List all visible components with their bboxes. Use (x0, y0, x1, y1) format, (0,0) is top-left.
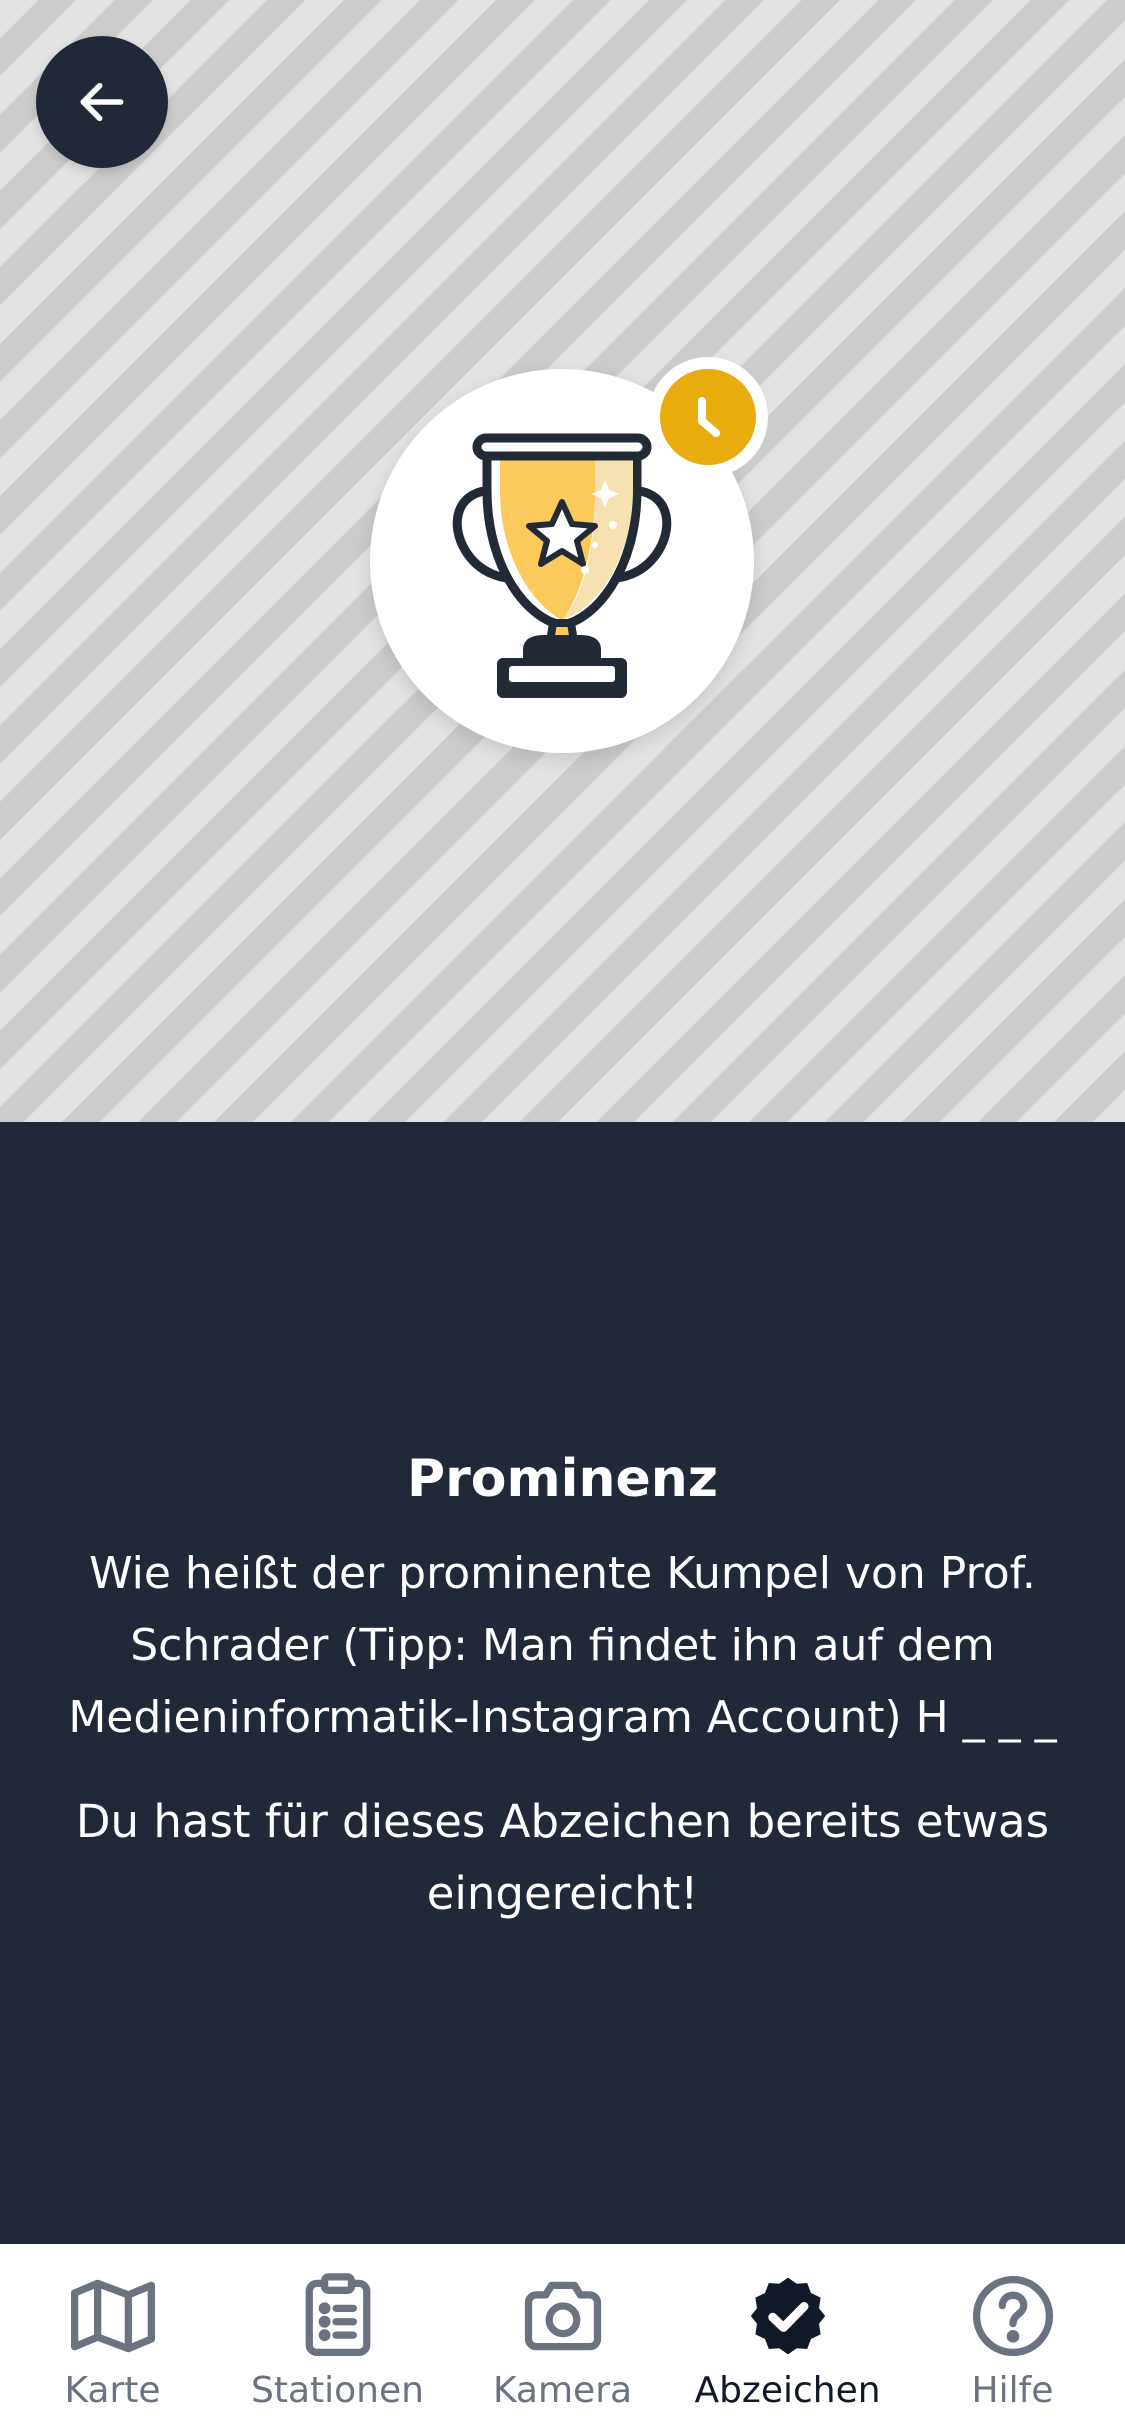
map-icon (70, 2279, 155, 2353)
status-badge (648, 357, 768, 477)
tab-label: Karte (64, 2370, 161, 2411)
tab-label: Stationen (251, 2370, 424, 2411)
question-circle-icon (972, 2275, 1053, 2357)
camera-icon (524, 2281, 601, 2351)
tab-abzeichen[interactable]: Abzeichen (683, 2244, 893, 2411)
tab-label: Hilfe (971, 2370, 1054, 2411)
tab-hilfe[interactable]: Hilfe (908, 2244, 1118, 2411)
clipboard-list-icon (305, 2273, 370, 2357)
bottom-tab-bar: Karte Stationen Kamera Abzeichen Hilfe (0, 2244, 1125, 2436)
tab-label: Kamera (492, 2370, 633, 2411)
badge-info-panel: Prominenz Wie heißt der prominente Kumpe… (0, 1122, 1125, 2244)
tab-kamera[interactable]: Kamera (458, 2244, 668, 2411)
tab-stationen[interactable]: Stationen (233, 2244, 443, 2411)
tab-karte[interactable]: Karte (8, 2244, 218, 2411)
badge-question: Wie heißt der prominente Kumpel von Prof… (68, 1548, 1057, 1743)
arrow-left-icon (80, 82, 124, 122)
clock-icon (698, 397, 720, 437)
submission-status: Du hast für dieses Abzeichen bereits etw… (75, 1795, 1050, 1920)
trophy-icon (452, 433, 672, 698)
badge-check-icon (750, 2277, 825, 2355)
badge-title: Prominenz (406, 1449, 719, 1509)
back-button[interactable] (36, 36, 168, 168)
badge-hero (0, 0, 1125, 1122)
tab-label: Abzeichen (694, 2370, 881, 2411)
